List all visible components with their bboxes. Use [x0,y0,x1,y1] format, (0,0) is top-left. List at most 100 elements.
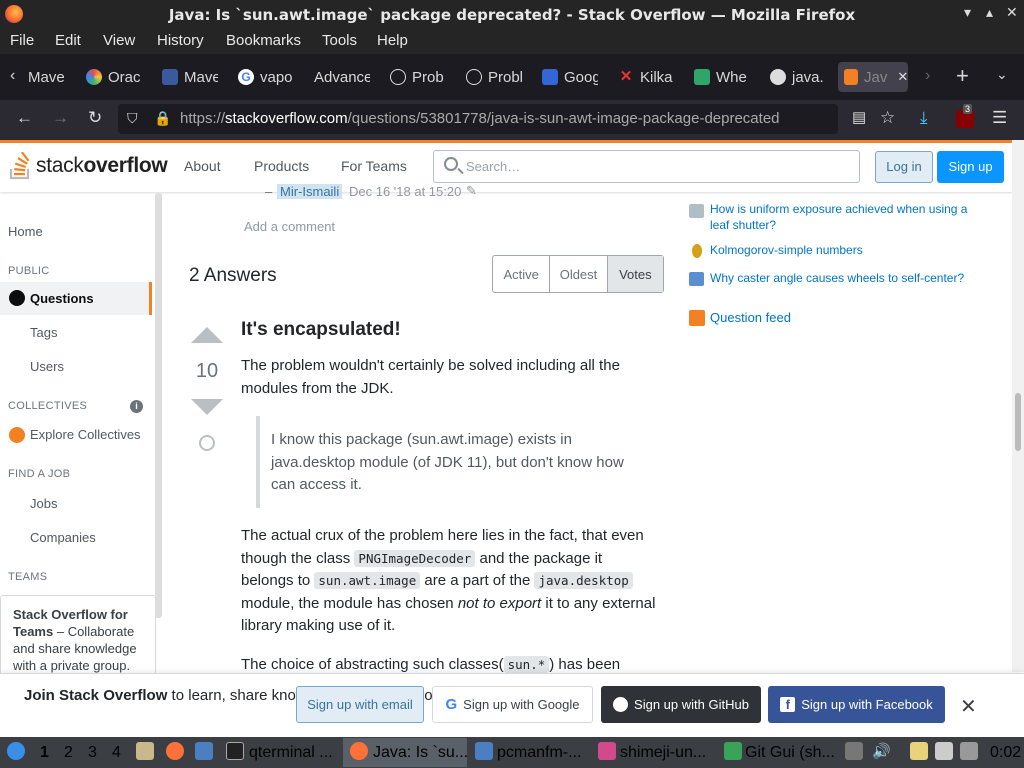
task-firefox[interactable]: Java: Is `su... [373,744,468,762]
clock[interactable]: 0:02 [990,744,1021,762]
workspace-4[interactable]: 4 [112,744,121,762]
menubar: File Edit View History Bookmarks Tools H… [0,30,1024,54]
workspace-3[interactable]: 3 [88,744,97,762]
reader-view-icon[interactable]: ▤ [852,108,866,126]
edit-pencil-icon[interactable]: ✎ [466,183,477,199]
tracking-shield-icon[interactable]: ⛉ [127,110,138,127]
comment-user-link[interactable]: Mir-Ismaili [277,184,343,199]
sort-votes-tab[interactable]: Votes [607,256,663,292]
minimize-icon[interactable]: ▾ [964,5,971,21]
menu-bookmarks[interactable]: Bookmarks [226,32,301,49]
stackoverflow-logo-icon[interactable] [9,152,33,180]
lock-icon[interactable]: 🔒 [154,110,171,127]
upvote-button[interactable] [191,327,223,343]
desktop-launcher-icon[interactable] [195,742,213,760]
search-icon [444,157,458,171]
tab-java[interactable]: java. [770,62,826,92]
stackoverflow-logo-text[interactable]: stackoverflow [36,154,168,178]
tab-scroll-left-icon[interactable]: ‹ [10,67,15,85]
forward-icon[interactable]: → [52,108,69,128]
list-all-tabs-icon[interactable]: ⌄ [996,66,1008,83]
folder-icon [475,742,493,760]
start-menu-icon[interactable] [7,742,25,760]
sidebar-item-jobs[interactable]: Jobs [30,496,57,511]
tab-whe[interactable]: Whe [694,62,748,92]
add-comment-link[interactable]: Add a comment [244,219,335,234]
sidebar-item-tags[interactable]: Tags [30,325,57,340]
maximize-icon[interactable]: ▴ [986,5,993,21]
sidebar-item-companies[interactable]: Companies [30,530,96,545]
sidebar-item-home[interactable]: Home [8,224,43,239]
hot-question-link-2[interactable]: Kolmogorov-simple numbers [710,242,980,258]
tab-kilka[interactable]: ✕ Kilka [618,62,674,92]
code-sun-awt-image: sun.awt.image [314,572,421,589]
bookmark-star-icon[interactable]: ☆ [880,108,895,128]
reload-icon[interactable]: ↻ [88,108,102,128]
menu-tools[interactable]: Tools [322,32,357,49]
task-git-gui[interactable]: Git Gui (sh... [745,744,835,762]
tab-scroll-right-icon[interactable]: › [925,67,930,85]
tray-clipboard-icon[interactable] [910,742,928,760]
app-menu-icon[interactable]: ☰ [992,108,1007,128]
network-icon[interactable] [960,742,978,760]
menu-edit[interactable]: Edit [55,32,81,49]
tab-advance[interactable]: Advance [314,62,370,92]
tab-vapo[interactable]: Gvapo [238,62,296,92]
login-button[interactable]: Log in [875,151,933,183]
close-window-icon[interactable]: ✕ [1006,5,1018,21]
task-qterminal[interactable]: qterminal ... [249,744,333,762]
sidebar-item-explore-collectives[interactable]: Explore Collectives [30,427,141,442]
hot-question-link-3[interactable]: Why caster angle causes wheels to self-c… [710,270,980,286]
downloads-icon[interactable]: ⤓ [920,108,928,128]
firefox-launcher-icon[interactable] [166,742,184,760]
header-for-teams-link[interactable]: For Teams [341,158,407,174]
close-banner-icon[interactable]: ✕ [960,694,977,719]
tab-goog[interactable]: Goog [542,62,598,92]
tab-java-active[interactable]: Jav ✕ [838,62,908,92]
tab-mave-2[interactable]: Mave [162,62,218,92]
tray-trash-icon[interactable] [845,742,863,760]
sort-active-tab[interactable]: Active [493,256,551,292]
page-scrollbar-thumb[interactable] [1015,393,1021,451]
tab-mave-1[interactable]: Mave [28,62,70,92]
teams-promo-box[interactable]: Stack Overflow for Teams – Collaborate a… [0,595,156,675]
signup-facebook-button[interactable]: f Sign up with Facebook [768,686,945,723]
workspace-2[interactable]: 2 [64,744,73,762]
header-about-link[interactable]: About [184,158,221,174]
task-pcmanfm[interactable]: pcmanfm-... [497,744,581,762]
task-shimeji[interactable]: shimeji-un... [620,744,706,762]
history-icon[interactable] [199,435,215,451]
sidebar-scrollbar[interactable] [155,193,162,618]
menu-view[interactable]: View [103,32,135,49]
menu-history[interactable]: History [157,32,204,49]
question-feed-link[interactable]: Question feed [710,310,980,326]
hot-question-link-1[interactable]: How is uniform exposure achieved when us… [710,201,980,233]
info-icon[interactable]: i [130,400,143,413]
close-tab-icon[interactable]: ✕ [897,69,908,85]
signup-email-button[interactable]: Sign up with email [296,686,424,723]
signup-google-button[interactable]: G Sign up with Google [432,686,593,723]
comment-date[interactable]: Dec 16 '18 at 15:20 [349,184,461,199]
sidebar-item-users[interactable]: Users [30,359,64,374]
file-manager-launcher-icon[interactable] [136,742,154,760]
tray-notes-icon[interactable] [935,742,953,760]
volume-icon[interactable]: 🔊 [872,742,891,760]
new-tab-icon[interactable]: + [956,63,969,89]
url-text[interactable]: https://stackoverflow.com/questions/5380… [180,110,780,127]
sort-oldest-tab[interactable]: Oldest [550,256,608,292]
tab-oracle[interactable]: Orac [86,62,140,92]
menu-help[interactable]: Help [377,32,408,49]
back-icon[interactable]: ← [16,108,33,128]
signup-button[interactable]: Sign up [937,151,1004,183]
sidebar-section-teams: TEAMS [8,571,48,583]
workspace-1[interactable]: 1 [40,744,49,762]
blockquote-text: I know this package (sun.awt.image) exis… [271,431,624,493]
header-products-link[interactable]: Products [254,158,309,174]
menu-file[interactable]: File [10,32,34,49]
tab-prob-2[interactable]: Probl [466,62,522,92]
sidebar-item-questions[interactable]: Questions [30,291,94,306]
tab-prob-1[interactable]: Prob [390,62,444,92]
banner-text: Join Stack Overflow to learn, share know… [24,687,496,704]
signup-github-button[interactable]: Sign up with GitHub [601,686,761,723]
downvote-button[interactable] [191,399,223,415]
